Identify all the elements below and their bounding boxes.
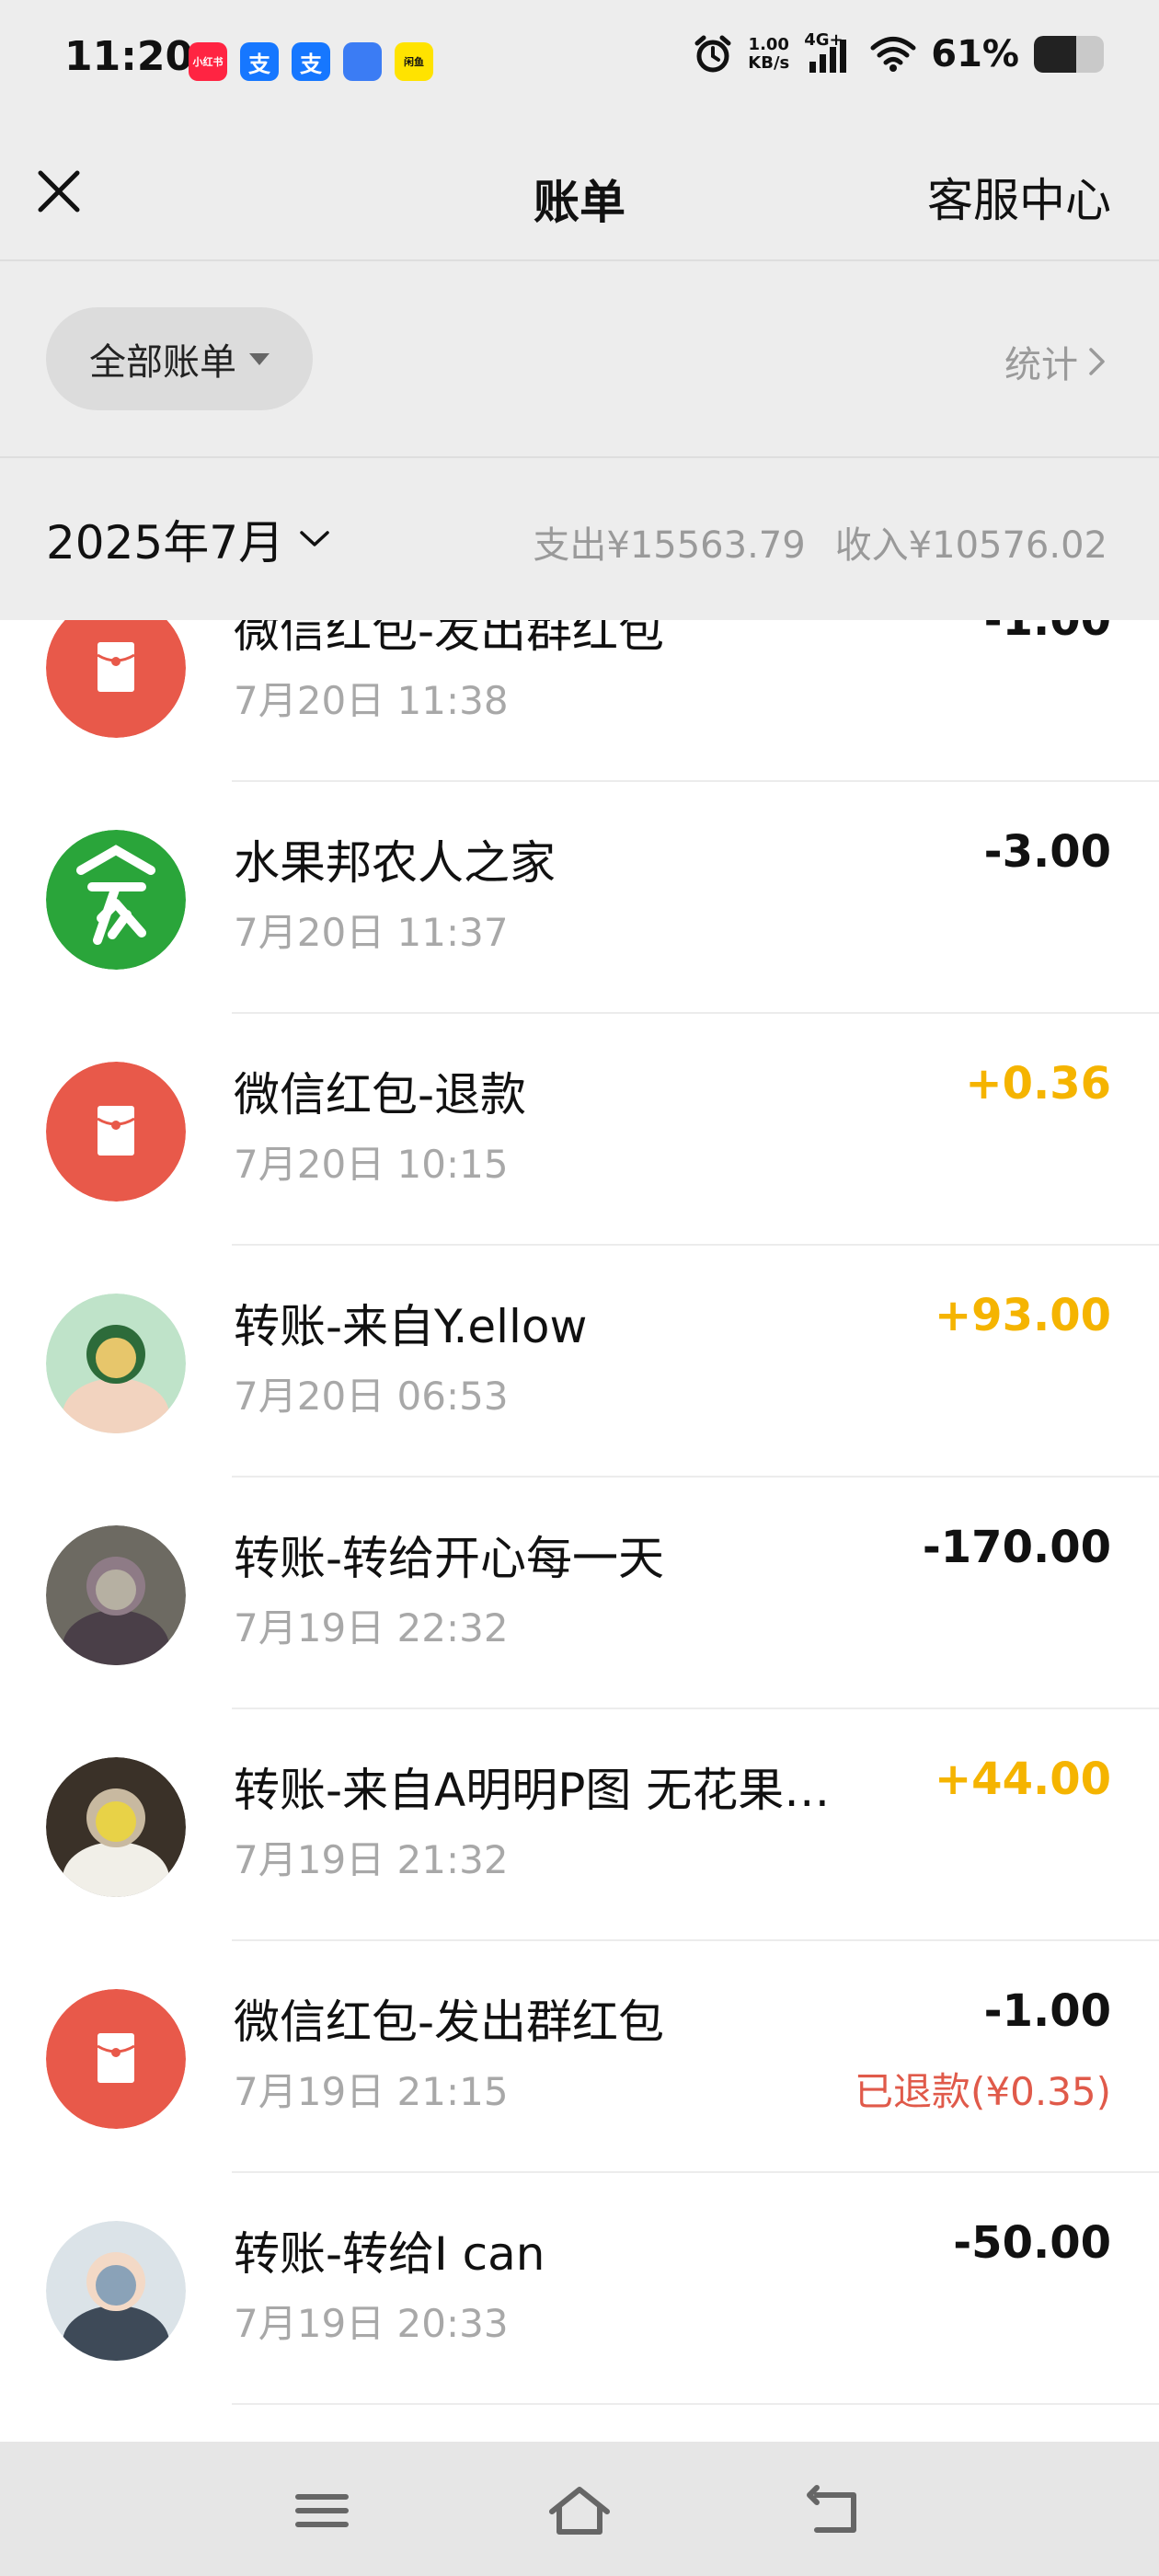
menu-icon[interactable] xyxy=(285,2478,359,2543)
transaction-time: 7月20日 10:15 xyxy=(234,1142,509,1187)
transaction-row[interactable]: 转账-转给I can 7月19日 20:33 -50.00 xyxy=(0,2173,1159,2405)
red-packet-icon xyxy=(46,620,186,738)
transaction-time: 7月19日 22:32 xyxy=(234,1605,509,1650)
transaction-title: 转账-来自Y.ellow xyxy=(234,1300,588,1353)
row-divider xyxy=(232,2403,1159,2405)
transaction-time: 7月19日 21:32 xyxy=(234,1837,509,1882)
red-packet-icon xyxy=(46,1989,186,2129)
month-label: 2025年7月 xyxy=(46,516,285,569)
transaction-row[interactable]: 转账-来自Y.ellow 7月20日 06:53 +93.00 xyxy=(0,1246,1159,1478)
transaction-time: 7月19日 20:33 xyxy=(234,2301,509,2346)
transaction-title: 水果邦农人之家 xyxy=(234,836,556,890)
transaction-row[interactable]: 微信红包-退款 7月20日 10:15 +0.36 xyxy=(0,1014,1159,1246)
filter-row: 全部账单 统计 xyxy=(0,261,1159,458)
status-indicators: 1.00 KB/s 4G+ 61% xyxy=(693,30,1104,75)
transaction-time: 7月20日 06:53 xyxy=(234,1374,509,1419)
user-avatar-4 xyxy=(46,2221,186,2361)
month-summary: 支出¥15563.79 收入¥10576.02 xyxy=(533,515,1107,569)
browser-icon xyxy=(343,42,382,81)
transaction-amount: +0.36 xyxy=(965,1058,1111,1110)
refund-note: 已退款(¥0.35) xyxy=(854,2069,1111,2114)
transaction-amount: -1.00 xyxy=(983,1985,1111,2037)
transaction-time: 7月20日 11:37 xyxy=(234,910,509,955)
transaction-row[interactable]: 微信红包-发出群红包 7月20日 11:38 -1.00 xyxy=(0,620,1159,782)
transaction-title: 转账-转给开心每一天 xyxy=(234,1532,665,1585)
home-icon[interactable] xyxy=(543,2478,616,2543)
alipay-icon: 支 xyxy=(240,42,279,81)
user-avatar-3 xyxy=(46,1757,186,1897)
nav-bar: 账单 客服中心 xyxy=(0,125,1159,261)
notification-icons: 小红书支支闲鱼 xyxy=(189,42,433,81)
back-icon[interactable] xyxy=(800,2478,874,2543)
xianyu-icon: 闲鱼 xyxy=(395,42,433,81)
statistics-label: 统计 xyxy=(1004,344,1078,386)
customer-service-link[interactable]: 客服中心 xyxy=(927,164,1111,230)
transaction-title: 转账-来自A明明P图 无花果… xyxy=(234,1764,831,1817)
transaction-amount: -170.00 xyxy=(922,1522,1111,1573)
chevron-down-icon xyxy=(300,531,329,546)
statistics-link[interactable]: 统计 xyxy=(1004,335,1107,388)
transaction-time: 7月19日 21:15 xyxy=(234,2069,509,2114)
battery-level xyxy=(1034,36,1077,73)
user-avatar-2 xyxy=(46,1525,186,1665)
alipay-icon-2: 支 xyxy=(292,42,330,81)
month-picker[interactable]: 2025年7月 xyxy=(46,506,330,572)
transaction-title: 微信红包-发出群红包 xyxy=(234,620,665,658)
bill-type-label: 全部账单 xyxy=(89,341,236,384)
month-header: 2025年7月 支出¥15563.79 收入¥10576.02 xyxy=(0,458,1159,620)
wifi-icon xyxy=(870,37,916,72)
transaction-amount: +44.00 xyxy=(934,1754,1111,1805)
user-avatar-1 xyxy=(46,1294,186,1433)
xiaohongshu-icon: 小红书 xyxy=(189,42,227,81)
transaction-amount: -1.00 xyxy=(983,620,1111,646)
month-expense: 支出¥15563.79 xyxy=(533,524,806,567)
month-income: 收入¥10576.02 xyxy=(834,524,1107,567)
transaction-title: 转账-转给I can xyxy=(234,2227,545,2281)
transaction-amount: +93.00 xyxy=(934,1290,1111,1341)
network-speed: 1.00 KB/s xyxy=(748,35,790,73)
transaction-amount: -50.00 xyxy=(953,2217,1111,2269)
battery-percent: 61% xyxy=(931,33,1019,75)
transaction-row[interactable]: 微信红包-发出群红包 7月19日 21:15 -1.00 已退款(¥0.35) xyxy=(0,1941,1159,2173)
signal-icon: 4G+ xyxy=(804,30,855,75)
transaction-title: 微信红包-发出群红包 xyxy=(234,1995,665,2049)
transaction-time: 7月20日 11:38 xyxy=(234,678,509,723)
battery-icon xyxy=(1034,36,1104,73)
red-packet-icon xyxy=(46,1062,186,1202)
transaction-row[interactable]: 转账-来自A明明P图 无花果… 7月19日 21:32 +44.00 xyxy=(0,1709,1159,1941)
transaction-row[interactable]: 转账-转给开心每一天 7月19日 22:32 -170.00 xyxy=(0,1478,1159,1709)
chevron-right-icon xyxy=(1089,348,1105,375)
transaction-amount: -3.00 xyxy=(983,826,1111,878)
status-time: 11:20 xyxy=(64,33,194,80)
merchant-logo xyxy=(46,830,186,970)
caret-down-icon xyxy=(249,352,270,365)
status-bar: 11:20 小红书支支闲鱼 1.00 KB/s 4G+ 61% xyxy=(0,0,1159,125)
system-navigation-bar xyxy=(0,2442,1159,2576)
transaction-list: 微信红包-发出群红包 7月20日 11:38 -1.00 水果邦农人之家 7月20日 … xyxy=(0,620,1159,2442)
transaction-row[interactable]: 水果邦农人之家 7月20日 11:37 -3.00 xyxy=(0,782,1159,1014)
alarm-icon xyxy=(694,35,731,73)
transaction-title: 微信红包-退款 xyxy=(234,1068,527,1121)
bill-type-filter[interactable]: 全部账单 xyxy=(46,307,313,410)
